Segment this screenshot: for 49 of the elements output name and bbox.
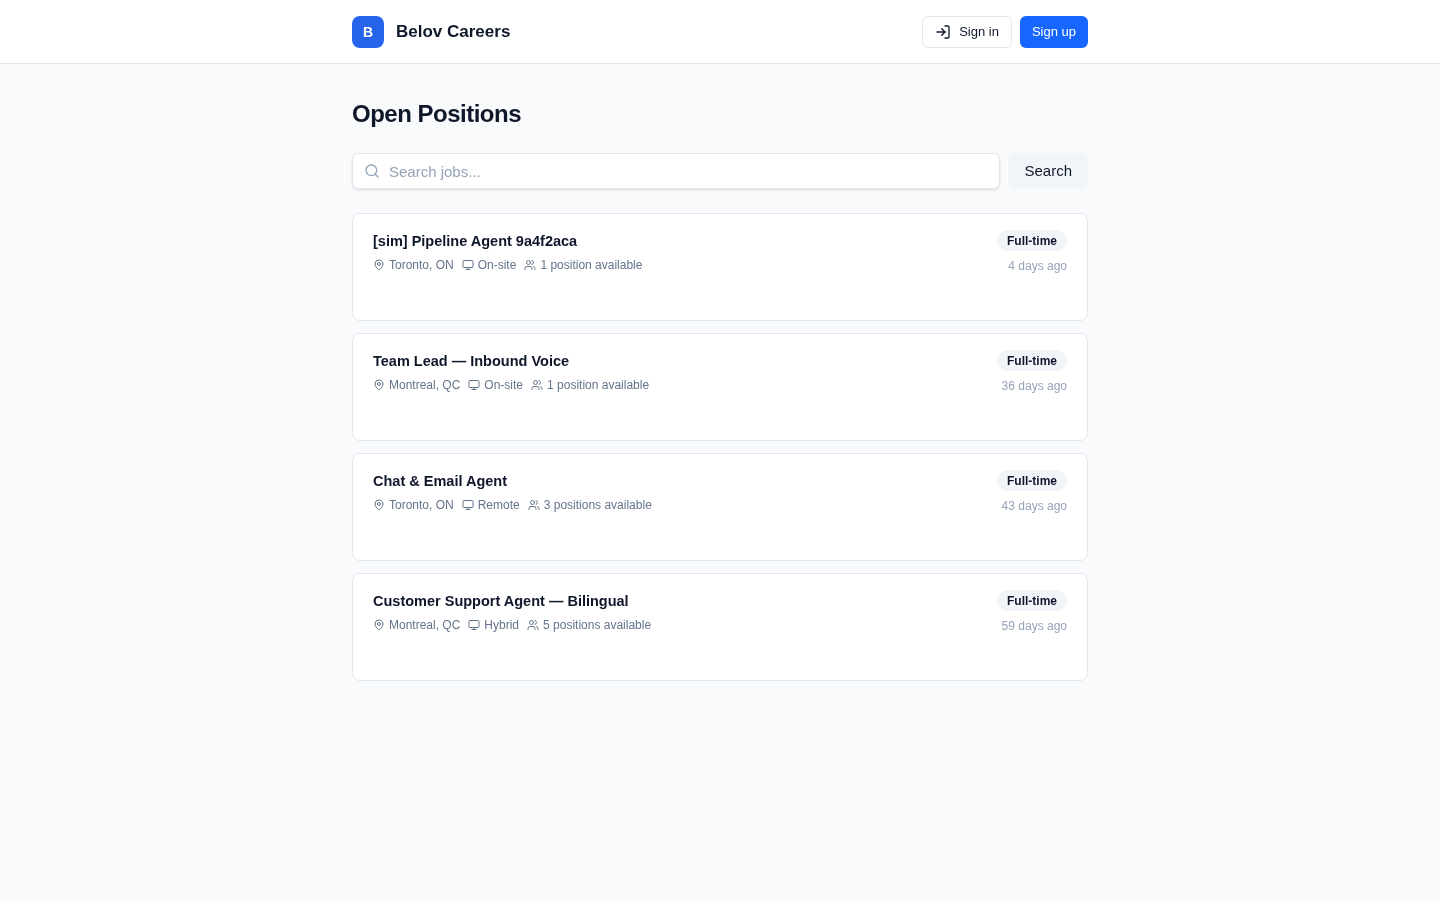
work-mode: Hybrid (484, 617, 520, 634)
posted-date: 59 days ago (1001, 618, 1067, 635)
work-mode: Remote (477, 497, 520, 514)
job-card[interactable]: Chat & Email Agent Toronto, ON Remote 3 positions available Full-time 43 days ago (352, 453, 1088, 561)
map-pin-icon (373, 379, 385, 391)
job-title: Chat & Email Agent (373, 472, 507, 491)
people-icon (527, 499, 540, 511)
posted-date: 43 days ago (1001, 498, 1067, 515)
people-icon (527, 619, 540, 631)
job-card[interactable]: Team Lead — Inbound Voice Montreal, QC On-site 1 position available Full-time 36 days ago (352, 333, 1088, 441)
sign-up-button[interactable]: Sign up (1019, 15, 1088, 48)
search-icon (364, 163, 380, 179)
map-pin-icon (373, 619, 385, 631)
sign-in-icon (935, 23, 952, 40)
posted-date: 4 days ago (1008, 258, 1067, 275)
monitor-icon (468, 619, 481, 631)
people-icon (531, 379, 544, 391)
search-button[interactable]: Search (1008, 153, 1088, 189)
work-mode: On-site (484, 377, 524, 394)
page-title: Open Positions (352, 99, 521, 129)
openings-count: 1 position available (540, 257, 643, 274)
posted-date: 36 days ago (1001, 378, 1067, 395)
sign-in-button[interactable]: Sign in (922, 15, 1012, 48)
job-location: Montreal, QC (389, 377, 461, 394)
job-location: Montreal, QC (389, 617, 461, 634)
job-type-badge: Full-time (997, 230, 1067, 251)
job-title: Customer Support Agent — Bilingual (373, 592, 629, 611)
monitor-icon (468, 379, 481, 391)
job-title: [sim] Pipeline Agent 9a4f2aca (373, 232, 578, 251)
openings-count: 1 position available (547, 377, 650, 394)
people-icon (524, 259, 537, 271)
work-mode: On-site (477, 257, 517, 274)
logo-icon: B (352, 15, 384, 48)
job-card[interactable]: [sim] Pipeline Agent 9a4f2aca Toronto, ON On-site 1 position available Full-time 4 days ago (352, 213, 1088, 321)
job-title: Team Lead — Inbound Voice (373, 352, 570, 371)
openings-count: 5 positions available (543, 617, 652, 634)
job-location: Toronto, ON (389, 257, 454, 274)
map-pin-icon (373, 499, 385, 511)
monitor-icon (461, 259, 474, 271)
openings-count: 3 positions available (543, 497, 652, 514)
brand-name: Belov Careers (396, 20, 511, 43)
monitor-icon (461, 499, 474, 511)
job-type-badge: Full-time (997, 350, 1067, 371)
search-field[interactable]: Search jobs... (352, 153, 1001, 189)
job-card[interactable]: Customer Support Agent — Bilingual Montreal, QC Hybrid 5 positions available Full-time 59 days ago (352, 573, 1088, 681)
job-location: Toronto, ON (389, 497, 454, 514)
job-type-badge: Full-time (997, 590, 1067, 611)
map-pin-icon (373, 259, 385, 271)
job-type-badge: Full-time (997, 470, 1067, 491)
